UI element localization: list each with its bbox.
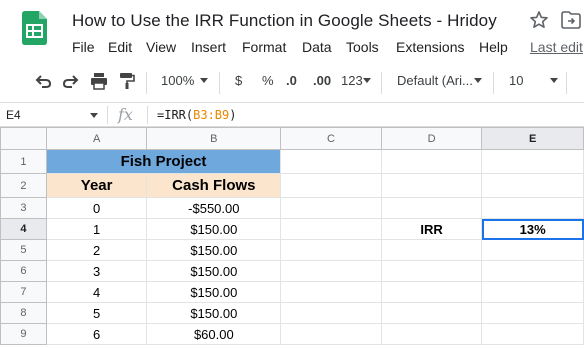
- print-icon[interactable]: [90, 72, 108, 90]
- cell-e9[interactable]: [481, 323, 584, 345]
- cell-e8[interactable]: [481, 302, 584, 324]
- cell-d5[interactable]: [380, 239, 483, 261]
- menu-insert[interactable]: Insert: [191, 39, 226, 55]
- year-cell-a8[interactable]: 5: [45, 302, 148, 324]
- increase-decimal-button[interactable]: .00: [313, 73, 331, 88]
- font-size-dropdown-icon[interactable]: [550, 78, 558, 83]
- cell-c2[interactable]: [280, 173, 382, 198]
- redo-icon[interactable]: [62, 73, 80, 89]
- menu-file[interactable]: File: [72, 39, 95, 55]
- cell-c5[interactable]: [280, 239, 382, 261]
- row-header-5[interactable]: 5: [0, 239, 47, 261]
- font-dropdown-icon[interactable]: [474, 78, 482, 83]
- row-header-2[interactable]: 2: [0, 173, 47, 198]
- formula-input[interactable]: =IRR(B3:B9): [157, 108, 236, 122]
- cash-flow-cell-b9[interactable]: $60.00: [146, 323, 282, 345]
- last-edit-link[interactable]: Last edit: [530, 39, 583, 55]
- cash-flow-cell-b7[interactable]: $150.00: [146, 281, 282, 303]
- percent-format-button[interactable]: %: [262, 73, 274, 88]
- row-header-8[interactable]: 8: [0, 302, 47, 324]
- cell-c8[interactable]: [280, 302, 382, 324]
- project-title-cell[interactable]: Fish Project: [45, 149, 282, 174]
- cell-d3[interactable]: [380, 197, 483, 219]
- irr-value-cell[interactable]: 13%: [481, 218, 584, 240]
- cell-d6[interactable]: [380, 260, 483, 282]
- cash-flows-header-cell[interactable]: Cash Flows: [146, 173, 282, 198]
- cell-e3[interactable]: [481, 197, 584, 219]
- column-header-a[interactable]: A: [45, 127, 148, 150]
- year-cell-a6[interactable]: 3: [45, 260, 148, 282]
- cash-flow-cell-b4[interactable]: $150.00: [146, 218, 282, 240]
- cash-flow-cell-b5[interactable]: $150.00: [146, 239, 282, 261]
- more-formats-dropdown-icon[interactable]: [363, 78, 371, 83]
- document-title[interactable]: How to Use the IRR Function in Google Sh…: [72, 11, 497, 31]
- cell-c3[interactable]: [280, 197, 382, 219]
- cell-reference: E4: [6, 108, 21, 122]
- cash-flow-cell-b3[interactable]: -$550.00: [146, 197, 282, 219]
- year-cell-a4[interactable]: 1: [45, 218, 148, 240]
- cell-e5[interactable]: [481, 239, 584, 261]
- row-header-6[interactable]: 6: [0, 260, 47, 282]
- formula-suffix: ): [229, 108, 237, 122]
- cell-e1[interactable]: [481, 149, 584, 174]
- menu-format[interactable]: Format: [242, 39, 286, 55]
- year-cell-a9[interactable]: 6: [45, 323, 148, 345]
- cell-c4[interactable]: [280, 218, 382, 240]
- year-cell-a3[interactable]: 0: [45, 197, 148, 219]
- cell-d9[interactable]: [380, 323, 483, 345]
- cell-d8[interactable]: [380, 302, 483, 324]
- year-cell-a7[interactable]: 4: [45, 281, 148, 303]
- star-icon[interactable]: [529, 10, 549, 30]
- select-all-corner[interactable]: [0, 127, 47, 150]
- menu-edit[interactable]: Edit: [108, 39, 132, 55]
- cell-e2[interactable]: [481, 173, 584, 198]
- decrease-decimal-button[interactable]: .0: [286, 73, 297, 88]
- undo-icon[interactable]: [34, 73, 52, 89]
- column-header-d[interactable]: D: [380, 127, 483, 150]
- cell-d1[interactable]: [380, 149, 483, 174]
- menu-view[interactable]: View: [146, 39, 176, 55]
- column-header-b[interactable]: B: [146, 127, 282, 150]
- cash-flow-cell-b6[interactable]: $150.00: [146, 260, 282, 282]
- fx-icon: fx: [118, 105, 133, 124]
- zoom-select[interactable]: 100%: [161, 73, 194, 88]
- currency-format-button[interactable]: $: [235, 73, 242, 88]
- row-header-9[interactable]: 9: [0, 323, 47, 345]
- formula-prefix: =IRR(: [157, 108, 194, 122]
- year-cell-a5[interactable]: 2: [45, 239, 148, 261]
- font-size-select[interactable]: 10: [509, 73, 523, 88]
- cell-d7[interactable]: [380, 281, 483, 303]
- formula-range: B3:B9: [193, 108, 230, 122]
- cell-c6[interactable]: [280, 260, 382, 282]
- column-header-e[interactable]: E: [481, 127, 584, 150]
- paint-format-icon[interactable]: [119, 72, 135, 90]
- more-formats-button[interactable]: 123: [341, 73, 363, 88]
- name-box-dropdown-icon[interactable]: [90, 113, 98, 118]
- zoom-dropdown-icon[interactable]: [200, 78, 208, 83]
- name-box[interactable]: E4: [0, 104, 104, 126]
- move-to-folder-icon[interactable]: [561, 11, 581, 29]
- row-header-7[interactable]: 7: [0, 281, 47, 303]
- cell-c9[interactable]: [280, 323, 382, 345]
- cell-c7[interactable]: [280, 281, 382, 303]
- year-header-cell[interactable]: Year: [45, 173, 148, 198]
- menu-help[interactable]: Help: [479, 39, 508, 55]
- row-header-3[interactable]: 3: [0, 197, 47, 219]
- row-header-4[interactable]: 4: [0, 218, 47, 240]
- spreadsheet-grid[interactable]: A B C D E 1 Fish Project 2 Year Cash Flo…: [0, 127, 584, 345]
- cell-e7[interactable]: [481, 281, 584, 303]
- menu-tools[interactable]: Tools: [346, 39, 379, 55]
- cell-d2[interactable]: [380, 173, 483, 198]
- cell-e6[interactable]: [481, 260, 584, 282]
- font-select[interactable]: Default (Ari...: [397, 73, 473, 88]
- menu-extensions[interactable]: Extensions: [396, 39, 464, 55]
- cell-c1[interactable]: [280, 149, 382, 174]
- cash-flow-cell-b8[interactable]: $150.00: [146, 302, 282, 324]
- google-sheets-logo-icon[interactable]: [22, 11, 47, 45]
- row-header-1[interactable]: 1: [0, 149, 47, 174]
- irr-label-cell[interactable]: IRR: [380, 218, 483, 240]
- menu-data[interactable]: Data: [302, 39, 332, 55]
- column-header-c[interactable]: C: [280, 127, 382, 150]
